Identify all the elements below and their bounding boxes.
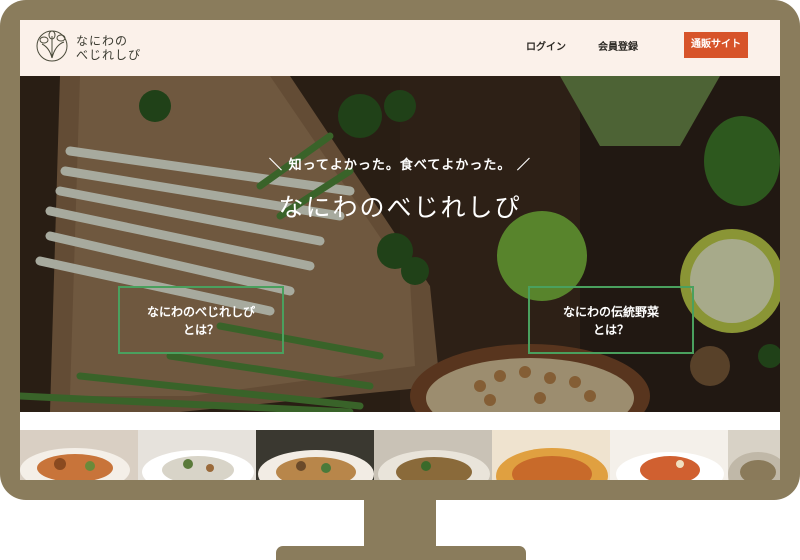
hero-background-image [20, 76, 780, 412]
register-link[interactable]: 会員登録 [598, 38, 638, 53]
traditional-vegetables-line-2: とは？ [592, 323, 629, 337]
recipe-thumbnail[interactable] [20, 430, 138, 480]
recipe-thumbnail[interactable] [256, 430, 374, 480]
monitor-stand-base [276, 546, 526, 560]
recipe-thumbnail[interactable] [610, 430, 728, 480]
recipe-thumbnail-strip [20, 430, 780, 480]
about-recipe-button[interactable]: なにわのべじれしぴ とは？ [118, 286, 284, 354]
login-link[interactable]: ログイン [526, 38, 566, 53]
about-recipe-line-2: とは？ [182, 323, 219, 337]
about-recipe-line-1: なにわのべじれしぴ [146, 305, 255, 319]
recipe-thumbnail[interactable] [728, 430, 780, 480]
hero-section: ＼ 知ってよかった。食べてよかった。 ／ なにわのべじれしぴ なにわのべじれしぴ… [20, 76, 780, 412]
site-header: なにわの べじれしぴ ログイン 会員登録 通販サイト [20, 20, 780, 76]
logo-line-1: なにわの [76, 34, 129, 48]
recipe-thumbnail[interactable] [138, 430, 256, 480]
monitor-frame: なにわの べじれしぴ ログイン 会員登録 通販サイト ＼ 知ってよかった。食べて… [0, 0, 800, 500]
monitor-stand-neck [364, 498, 436, 550]
logo-line-2: べじれしぴ [76, 48, 142, 62]
logo-flower-icon [36, 30, 68, 62]
recipe-thumbnail[interactable] [492, 430, 610, 480]
traditional-vegetables-line-1: なにわの伝統野菜 [562, 305, 659, 319]
screen: なにわの べじれしぴ ログイン 会員登録 通販サイト ＼ 知ってよかった。食べて… [20, 20, 780, 480]
recipe-thumbnail[interactable] [374, 430, 492, 480]
shop-button[interactable]: 通販サイト [684, 32, 748, 58]
hero-tagline: ＼ 知ってよかった。食べてよかった。 ／ [269, 158, 531, 173]
hero-title: なにわのべじれしぴ [278, 193, 522, 222]
logo-text: なにわの べじれしぴ [76, 34, 141, 62]
traditional-vegetables-button[interactable]: なにわの伝統野菜 とは？ [528, 286, 694, 354]
section-gap [20, 412, 780, 430]
site-logo[interactable]: なにわの べじれしぴ [34, 26, 154, 70]
